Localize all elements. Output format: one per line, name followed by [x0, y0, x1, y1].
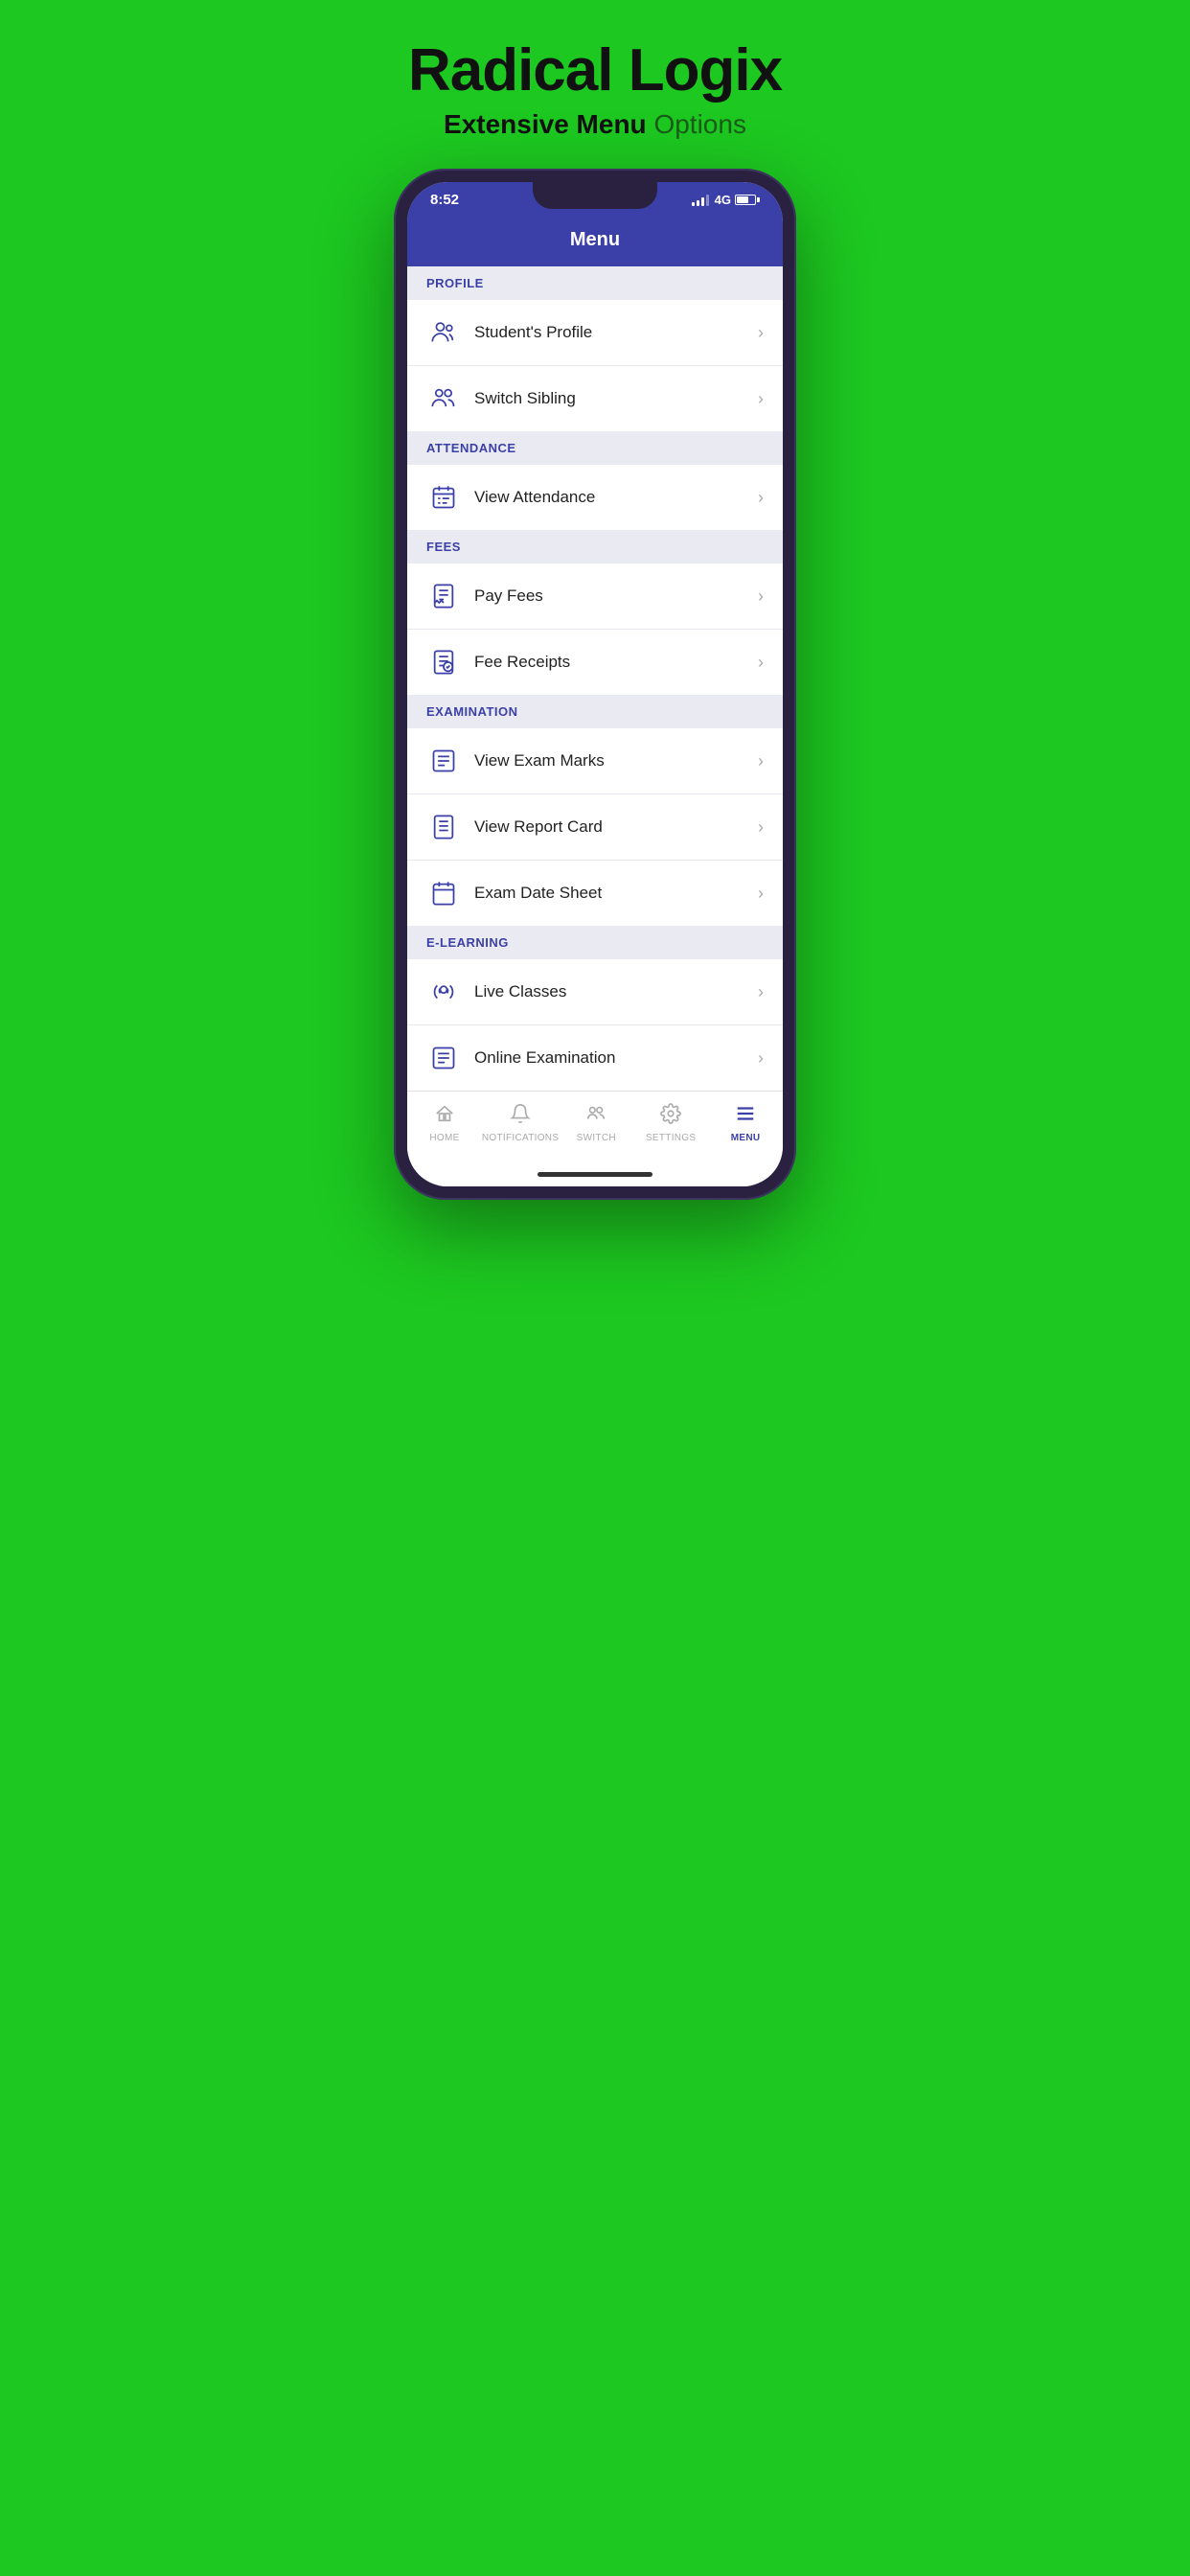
view-attendance-label: View Attendance	[474, 488, 758, 507]
chevron-icon: ›	[758, 817, 764, 838]
home-icon	[434, 1103, 455, 1130]
section-elearning: E-LEARNING	[407, 926, 783, 959]
section-attendance: ATTENDANCE	[407, 431, 783, 465]
bell-icon	[510, 1103, 531, 1130]
chevron-icon: ›	[758, 982, 764, 1002]
chevron-icon: ›	[758, 586, 764, 607]
online-exam-icon	[426, 1041, 461, 1075]
app-header: Menu	[407, 216, 783, 266]
view-report-card-label: View Report Card	[474, 817, 758, 837]
menu-item-view-exam-marks[interactable]: View Exam Marks ›	[407, 728, 783, 794]
elearning-group: Live Classes › Online Examination ›	[407, 959, 783, 1091]
students-profile-label: Student's Profile	[474, 323, 758, 342]
home-indicator	[407, 1166, 783, 1186]
bottom-nav: HOME NOTIFICATIONS SWITCH SETTINGS	[407, 1091, 783, 1166]
view-exam-marks-label: View Exam Marks	[474, 751, 758, 770]
switch-sibling-label: Switch Sibling	[474, 389, 758, 408]
section-fees: FEES	[407, 530, 783, 564]
live-classes-label: Live Classes	[474, 982, 758, 1001]
menu-icon	[735, 1103, 756, 1130]
menu-item-live-classes[interactable]: Live Classes ›	[407, 959, 783, 1025]
menu-item-pay-fees[interactable]: Pay Fees ›	[407, 564, 783, 630]
menu-item-online-examination[interactable]: Online Examination ›	[407, 1025, 783, 1091]
nav-menu[interactable]: MENU	[708, 1099, 783, 1147]
fees-group: Pay Fees › Fee Receipts ›	[407, 564, 783, 695]
nav-settings[interactable]: SETTINGS	[633, 1099, 708, 1147]
battery-icon	[735, 195, 760, 205]
menu-item-view-report-card[interactable]: View Report Card ›	[407, 794, 783, 861]
section-profile: PROFILE	[407, 266, 783, 300]
online-examination-label: Online Examination	[474, 1048, 758, 1068]
subtitle-normal: Options	[647, 109, 746, 139]
menu-item-students-profile[interactable]: Student's Profile ›	[407, 300, 783, 366]
menu-item-exam-date-sheet[interactable]: Exam Date Sheet ›	[407, 861, 783, 926]
chevron-icon: ›	[758, 323, 764, 343]
profile-group: Student's Profile › Switch Sibling ›	[407, 300, 783, 431]
fee-receipts-label: Fee Receipts	[474, 653, 758, 672]
menu-item-switch-sibling[interactable]: Switch Sibling ›	[407, 366, 783, 431]
app-subtitle: Extensive Menu Options	[408, 109, 782, 140]
live-icon	[426, 975, 461, 1009]
nav-home[interactable]: HOME	[407, 1099, 482, 1147]
header-area: Radical Logix Extensive Menu Options	[408, 38, 782, 140]
chevron-icon: ›	[758, 389, 764, 409]
signal-bars-icon	[692, 195, 709, 206]
attendance-group: View Attendance ›	[407, 465, 783, 530]
menu-content: PROFILE Student's Profile › Switch Sibli…	[407, 266, 783, 1091]
receipt-icon	[426, 579, 461, 613]
nav-menu-label: MENU	[731, 1133, 761, 1143]
nav-notifications[interactable]: NOTIFICATIONS	[482, 1099, 559, 1147]
home-indicator-bar	[538, 1172, 652, 1177]
app-title: Radical Logix	[408, 38, 782, 104]
section-examination: EXAMINATION	[407, 695, 783, 728]
people-icon	[426, 381, 461, 416]
app-header-title: Menu	[570, 229, 620, 250]
examination-group: View Exam Marks › View Report Card › Exa…	[407, 728, 783, 926]
phone-frame: 8:52 4G Menu PROFILE	[394, 169, 796, 1200]
datesheet-icon	[426, 876, 461, 910]
menu-item-view-attendance[interactable]: View Attendance ›	[407, 465, 783, 530]
pay-fees-label: Pay Fees	[474, 586, 758, 606]
calendar-check-icon	[426, 480, 461, 515]
chevron-icon: ›	[758, 488, 764, 508]
menu-item-fee-receipts[interactable]: Fee Receipts ›	[407, 630, 783, 695]
chevron-icon: ›	[758, 653, 764, 673]
chevron-icon: ›	[758, 1048, 764, 1069]
nav-switch-label: SWITCH	[577, 1133, 616, 1143]
nav-switch[interactable]: SWITCH	[559, 1099, 633, 1147]
nav-notifications-label: NOTIFICATIONS	[482, 1133, 559, 1143]
settings-icon	[660, 1103, 681, 1130]
subtitle-bold: Extensive Menu	[444, 109, 647, 139]
nav-settings-label: SETTINGS	[646, 1133, 696, 1143]
exam-date-sheet-label: Exam Date Sheet	[474, 884, 758, 903]
person-icon	[426, 315, 461, 350]
status-icons: 4G	[692, 193, 760, 207]
marks-icon	[426, 744, 461, 778]
chevron-icon: ›	[758, 884, 764, 904]
switch-icon	[585, 1103, 606, 1130]
phone-screen: 8:52 4G Menu PROFILE	[407, 182, 783, 1186]
doc-icon	[426, 645, 461, 679]
notch	[533, 182, 657, 209]
status-time: 8:52	[430, 192, 459, 208]
network-type: 4G	[715, 193, 731, 207]
nav-home-label: HOME	[429, 1133, 459, 1143]
chevron-icon: ›	[758, 751, 764, 771]
report-icon	[426, 810, 461, 844]
